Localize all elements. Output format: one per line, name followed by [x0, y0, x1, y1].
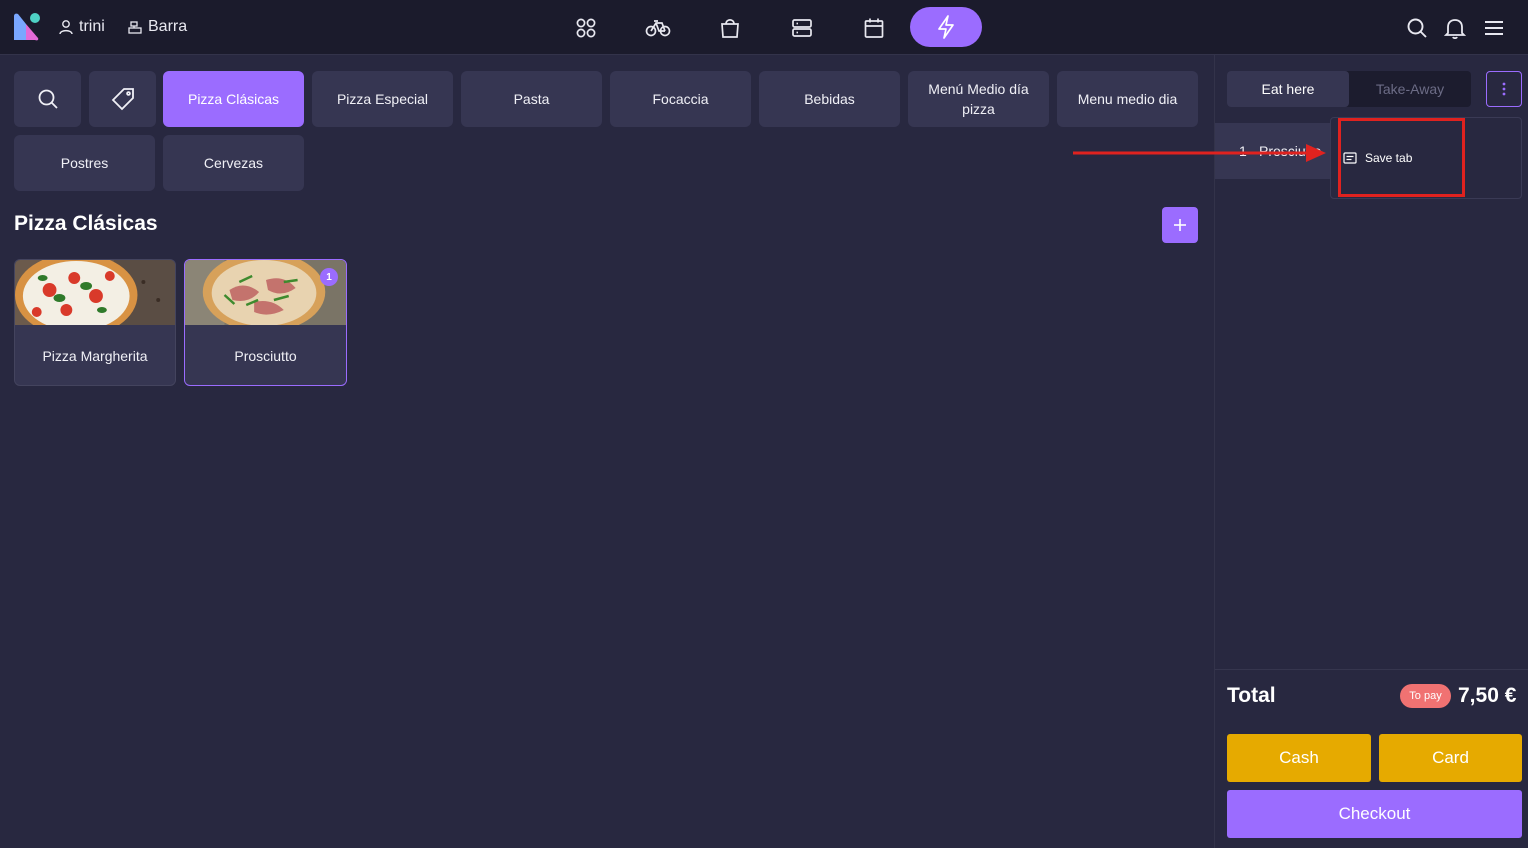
location-indicator[interactable]: Barra — [127, 15, 187, 39]
add-product-button[interactable] — [1162, 207, 1198, 243]
user-name: trini — [79, 18, 105, 35]
total-amount: 7,50 € — [1458, 684, 1517, 707]
category-bebidas[interactable]: Bebidas — [759, 71, 900, 127]
top-bar: trini Barra — [0, 0, 1528, 55]
category-menu-medio-dia[interactable]: Menu medio dia — [1057, 71, 1198, 127]
annotation-highlight-box — [1338, 118, 1465, 197]
product-card-prosciutto[interactable]: 1 Prosciutto — [184, 259, 347, 386]
total-divider — [1215, 669, 1528, 670]
register-icon — [128, 21, 142, 34]
category-menu-medio-dia-pizza[interactable]: Menú Medio día pizza — [908, 71, 1049, 127]
bag-icon[interactable] — [716, 14, 744, 42]
user-indicator[interactable]: trini — [58, 15, 105, 39]
category-cervezas[interactable]: Cervezas — [163, 135, 304, 191]
category-tags-button[interactable] — [89, 71, 156, 127]
product-card-pizza-margherita[interactable]: Pizza Margherita — [14, 259, 176, 386]
eat-here-tab[interactable]: Eat here — [1227, 71, 1349, 107]
annotation-arrow-icon — [1073, 144, 1326, 162]
product-name: Pizza Margherita — [42, 348, 148, 364]
card-button[interactable]: Card — [1379, 734, 1522, 782]
tag-icon — [111, 88, 134, 111]
user-icon — [59, 20, 73, 35]
category-pasta[interactable]: Pasta — [461, 71, 602, 127]
take-away-tab[interactable]: Take-Away — [1349, 71, 1471, 107]
more-options-button[interactable] — [1486, 71, 1522, 107]
product-count-badge: 1 — [320, 268, 338, 286]
bike-icon[interactable] — [644, 14, 672, 42]
lightning-icon[interactable] — [910, 7, 982, 47]
checkout-button[interactable]: Checkout — [1227, 790, 1522, 838]
app-logo[interactable] — [12, 12, 44, 42]
bell-icon[interactable] — [1441, 14, 1469, 42]
pizza-margherita-image — [15, 260, 175, 325]
category-pizza-especial[interactable]: Pizza Especial — [312, 71, 453, 127]
section-title: Pizza Clásicas — [14, 212, 158, 235]
location-name: Barra — [148, 18, 188, 35]
category-focaccia[interactable]: Focaccia — [610, 71, 751, 127]
search-icon — [38, 89, 58, 109]
grid-icon[interactable] — [572, 14, 600, 42]
product-name: Prosciutto — [234, 348, 297, 364]
server-icon[interactable] — [788, 14, 816, 42]
kebab-icon — [1502, 82, 1506, 96]
plus-icon — [1174, 219, 1186, 231]
cash-button[interactable]: Cash — [1227, 734, 1371, 782]
menu-icon[interactable] — [1480, 14, 1508, 42]
order-mode-toggle: Eat here Take-Away — [1227, 71, 1471, 107]
category-search-button[interactable] — [14, 71, 81, 127]
search-icon[interactable] — [1403, 14, 1431, 42]
total-label: Total — [1227, 684, 1276, 707]
calendar-icon[interactable] — [860, 14, 888, 42]
to-pay-badge: To pay — [1400, 684, 1451, 708]
category-pizza-clasicas[interactable]: Pizza Clásicas — [163, 71, 304, 127]
category-postres[interactable]: Postres — [14, 135, 155, 191]
